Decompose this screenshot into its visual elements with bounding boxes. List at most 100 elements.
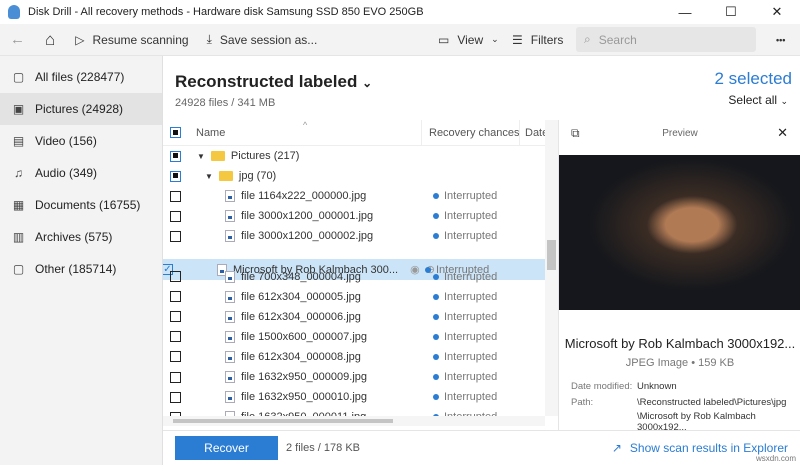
table-row[interactable]: file 612x304_000008.jpg Interrupted <box>163 347 558 367</box>
sidebar-item-video[interactable]: ▤ Video (156) <box>0 125 162 157</box>
row-checkbox[interactable] <box>170 371 181 383</box>
image-file-icon <box>225 330 235 343</box>
resume-scanning-button[interactable]: ▷ Resume scanning <box>75 33 188 47</box>
preview-image <box>559 155 800 310</box>
image-file-icon <box>225 230 235 243</box>
explorer-label: Show scan results in Explorer <box>629 441 788 455</box>
back-button[interactable]: ← <box>10 31 25 48</box>
more-button[interactable]: ••• <box>776 35 785 45</box>
recovery-status: Interrupted <box>444 391 498 404</box>
image-file-icon <box>225 350 235 363</box>
image-file-icon <box>225 190 235 203</box>
sidebar: ▢ All files (228477) ▣ Pictures (24928) ▤ V… <box>0 56 163 465</box>
folder-row[interactable]: ▼ Pictures (217) <box>163 146 558 166</box>
table-row[interactable]: file 3000x1200_000002.jpg Interrupted <box>163 226 558 246</box>
sort-asc-icon: ^ <box>303 120 308 130</box>
selected-count: 2 selected <box>714 69 793 88</box>
table-row[interactable]: file 612x304_000006.jpg Interrupted <box>163 307 558 327</box>
folder-icon <box>210 151 225 162</box>
title-bar: Disk Drill - All recovery methods - Hard… <box>0 0 800 24</box>
chevron-down-icon: ⌄ <box>362 76 373 90</box>
table-row[interactable]: file 1632x950_000010.jpg Interrupted <box>163 387 558 407</box>
recovery-status: Interrupted <box>444 350 498 363</box>
close-button[interactable]: ✕ <box>754 0 800 24</box>
search-input[interactable]: ⌕ Search <box>576 27 756 52</box>
sidebar-item-label: Pictures (24928) <box>35 102 124 116</box>
page-title: Reconstructed labeled <box>175 72 358 91</box>
table-row[interactable]: file 700x348_000004.jpg Interrupted <box>163 267 558 287</box>
status-dot-icon <box>433 293 439 300</box>
view-title-dropdown[interactable]: Reconstructed labeled ⌄ <box>175 72 372 92</box>
sidebar-item-label: Audio (349) <box>35 166 98 180</box>
sidebar-item-audio[interactable]: ♫ Audio (349) <box>0 157 162 189</box>
table-row[interactable]: file 1500x600_000007.jpg Interrupted <box>163 327 558 347</box>
file-table: Name ^ Recovery chances Date ▼ Pictures (… <box>163 120 558 430</box>
sidebar-item-archives[interactable]: ▥ Archives (575) <box>0 221 162 253</box>
column-name[interactable]: Name <box>196 127 225 139</box>
folder-row[interactable]: ▼ jpg (70) <box>163 166 558 186</box>
chevron-down-icon: ⌄ <box>780 96 788 106</box>
recover-button[interactable]: Recover <box>175 436 278 460</box>
table-row[interactable]: file 612x304_000005.jpg Interrupted <box>163 287 558 307</box>
expand-icon[interactable]: ▼ <box>197 152 205 161</box>
minimize-button[interactable]: — <box>662 0 708 24</box>
path-line-1: \Reconstructed labeled\Pictures\jpg <box>637 397 787 408</box>
other-icon: ▢ <box>12 262 25 276</box>
folder-icon: ▭ <box>438 32 450 47</box>
save-session-button[interactable]: ⤓ Save session as... <box>207 32 318 47</box>
row-checkbox[interactable] <box>170 391 181 403</box>
recovery-status: Interrupted <box>444 310 498 323</box>
row-checkbox[interactable] <box>170 291 181 303</box>
row-checkbox[interactable] <box>170 150 181 162</box>
status-dot-icon <box>433 374 439 381</box>
status-dot-icon <box>433 233 439 240</box>
file-name: file 612x304_000006.jpg <box>241 310 361 323</box>
select-all-label: Select all <box>728 93 778 107</box>
row-checkbox[interactable] <box>170 331 181 343</box>
sidebar-item-label: All files (228477) <box>35 70 125 84</box>
table-row[interactable]: file 3000x1200_000001.jpg Interrupted <box>163 206 558 226</box>
row-checkbox[interactable] <box>170 190 181 202</box>
view-button[interactable]: ▭ View ⌄ <box>438 33 499 47</box>
table-row[interactable]: file 1164x222_000000.jpg Interrupted <box>163 186 558 206</box>
row-checkbox[interactable] <box>170 170 181 182</box>
filters-button[interactable]: ☰ Filters <box>512 33 563 47</box>
app-icon <box>8 5 20 19</box>
sidebar-item-all-files[interactable]: ▢ All files (228477) <box>0 61 162 93</box>
footer: Recover 2 files / 178 KB ↗ Show scan resu… <box>163 430 800 465</box>
preview-filetype: JPEG Image • 159 KB <box>625 357 735 369</box>
sidebar-item-other[interactable]: ▢ Other (185714) <box>0 253 162 285</box>
all-files-icon: ▢ <box>12 70 25 84</box>
show-in-explorer-link[interactable]: ↗ Show scan results in Explorer <box>612 441 788 455</box>
status-dot-icon <box>433 193 439 200</box>
scrollbar-thumb[interactable] <box>173 419 393 423</box>
row-checkbox[interactable] <box>170 271 181 283</box>
horizontal-scrollbar[interactable] <box>163 416 545 426</box>
music-icon: ♫ <box>14 166 23 180</box>
sidebar-item-label: Other (185714) <box>35 262 117 276</box>
resume-label: Resume scanning <box>92 32 189 47</box>
image-file-icon <box>225 210 235 223</box>
filters-icon: ☰ <box>512 32 523 47</box>
column-recovery-chances[interactable]: Recovery chances <box>429 127 520 139</box>
row-checkbox[interactable] <box>170 210 181 222</box>
select-all-dropdown[interactable]: Select all ⌄ <box>728 93 788 107</box>
table-row[interactable]: file 1632x950_000009.jpg Interrupted <box>163 367 558 387</box>
sidebar-item-pictures[interactable]: ▣ Pictures (24928) <box>0 93 162 125</box>
home-button[interactable]: ⌂ <box>45 30 55 50</box>
select-all-checkbox[interactable] <box>170 127 181 138</box>
play-icon: ▷ <box>75 32 85 47</box>
sidebar-item-documents[interactable]: ▦ Documents (16755) <box>0 189 162 221</box>
recovery-status: Interrupted <box>444 330 498 343</box>
download-icon: ⤓ <box>206 32 212 46</box>
expand-icon[interactable]: ▼ <box>205 172 213 181</box>
vertical-scrollbar[interactable] <box>545 120 558 416</box>
maximize-button[interactable]: ☐ <box>708 0 754 24</box>
close-preview-button[interactable]: ✕ <box>777 125 788 141</box>
row-checkbox[interactable] <box>170 351 181 363</box>
preview-title: Preview <box>662 128 698 139</box>
file-summary: 24928 files / 341 MB <box>175 97 276 109</box>
row-checkbox[interactable] <box>170 230 181 242</box>
scrollbar-thumb[interactable] <box>547 240 556 270</box>
row-checkbox[interactable] <box>170 311 181 323</box>
